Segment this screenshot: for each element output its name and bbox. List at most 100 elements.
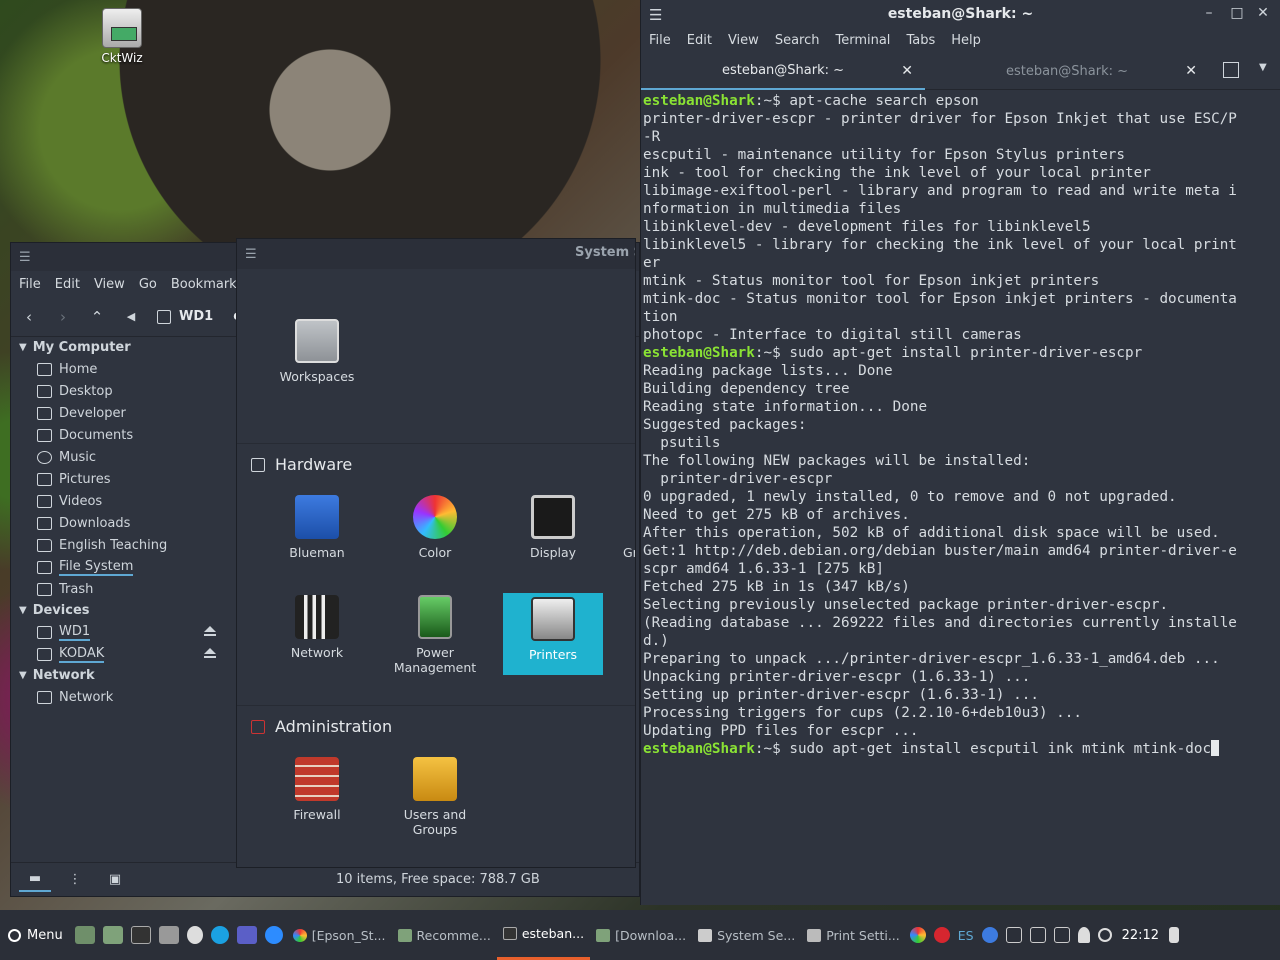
terminal-title: esteban@Shark: ~ bbox=[887, 6, 1034, 22]
settings-network[interactable]: Network bbox=[267, 595, 367, 660]
maximize-icon[interactable]: □ bbox=[1229, 5, 1245, 21]
command-text: sudo apt-get install printer-driver-escp… bbox=[789, 345, 1143, 361]
files-launcher-icon[interactable] bbox=[102, 926, 123, 944]
sidebar-item-trash[interactable]: Trash bbox=[11, 578, 219, 600]
sidebar-item-documents[interactable]: Documents bbox=[11, 424, 219, 446]
user-tray-icon[interactable] bbox=[1077, 927, 1090, 943]
skype-launcher-icon[interactable] bbox=[210, 926, 229, 944]
close-tab-icon[interactable]: ✕ bbox=[1185, 63, 1197, 79]
places-view-icon[interactable]: ▬ bbox=[19, 868, 51, 892]
mega-tray-icon[interactable] bbox=[933, 927, 950, 943]
desktop-icon-cktwiz[interactable]: CktWiz bbox=[92, 8, 152, 65]
network-tray-icon[interactable] bbox=[1005, 927, 1022, 943]
forward-icon[interactable]: › bbox=[55, 308, 71, 326]
sidebar-item-home[interactable]: Home bbox=[11, 358, 219, 380]
minimize-icon[interactable]: – bbox=[1201, 5, 1217, 21]
fm-menu-view[interactable]: View bbox=[94, 277, 125, 292]
task-system-settings[interactable]: System Se... bbox=[692, 910, 801, 960]
sidebar-item-music[interactable]: Music bbox=[11, 446, 219, 468]
update-tray-icon[interactable] bbox=[1053, 927, 1070, 943]
terminal-line: photopc - Interface to digital still cam… bbox=[643, 326, 1278, 344]
term-menu-search[interactable]: Search bbox=[775, 33, 820, 48]
toggle-sidebar-icon[interactable]: ▣ bbox=[99, 868, 131, 892]
sidebar-item-file-system[interactable]: File System bbox=[11, 556, 219, 578]
settings-display[interactable]: Display bbox=[503, 495, 603, 560]
task-terminal[interactable]: esteban... bbox=[496, 910, 591, 960]
eject-icon[interactable] bbox=[203, 626, 217, 637]
close-tab-icon[interactable]: ✕ bbox=[901, 63, 913, 79]
eject-icon[interactable] bbox=[203, 648, 217, 659]
fm-menu-file[interactable]: File bbox=[19, 277, 41, 292]
terminal-tab-2[interactable]: esteban@Shark: ~ ✕ bbox=[925, 52, 1209, 90]
term-menu-file[interactable]: File bbox=[649, 33, 671, 48]
section-devices[interactable]: ▼ Devices bbox=[11, 600, 219, 621]
back-icon[interactable]: ‹ bbox=[21, 308, 37, 326]
zoom-launcher-icon[interactable] bbox=[264, 926, 283, 944]
terminal-line: Selecting previously unselected package … bbox=[643, 596, 1278, 614]
camera-launcher-icon[interactable] bbox=[186, 926, 203, 944]
settings-power-management[interactable]: Power Management bbox=[385, 595, 485, 675]
terminal-tab-1[interactable]: esteban@Shark: ~ ✕ bbox=[641, 52, 925, 90]
settings-color[interactable]: Color bbox=[385, 495, 485, 560]
term-menu-view[interactable]: View bbox=[728, 33, 759, 48]
task-label: System Se... bbox=[717, 927, 796, 943]
task-recomme[interactable]: Recomme... bbox=[392, 910, 497, 960]
settings-printers[interactable]: Printers bbox=[503, 593, 603, 675]
task-print-settings[interactable]: Print Setti... bbox=[801, 910, 906, 960]
sound-tray-icon[interactable] bbox=[1169, 927, 1180, 943]
settings-workspaces[interactable]: Workspaces bbox=[267, 319, 367, 384]
teams-launcher-icon[interactable] bbox=[236, 926, 257, 944]
clipboard-tray-icon[interactable] bbox=[1029, 927, 1046, 943]
close-icon[interactable]: ✕ bbox=[1255, 5, 1271, 21]
brightness-tray-icon[interactable] bbox=[1097, 928, 1112, 942]
new-tab-icon[interactable] bbox=[1223, 62, 1239, 78]
section-my-computer[interactable]: ▼ My Computer bbox=[11, 337, 219, 358]
sidebar-item-wd1[interactable]: WD1 bbox=[11, 621, 219, 643]
network-icon bbox=[37, 690, 52, 704]
bluetooth-tray-icon[interactable] bbox=[981, 927, 998, 943]
printer-launcher-icon[interactable] bbox=[158, 926, 179, 944]
sidebar-item-pictures[interactable]: Pictures bbox=[11, 468, 219, 490]
sidebar-item-network[interactable]: Network bbox=[11, 686, 219, 708]
section-network[interactable]: ▼ Network bbox=[11, 665, 219, 686]
chrome-tray-icon[interactable] bbox=[909, 927, 926, 943]
settings-firewall[interactable]: Firewall bbox=[267, 757, 367, 822]
task-epson[interactable]: [Epson_St... bbox=[287, 910, 392, 960]
sidebar-item-developer[interactable]: Developer bbox=[11, 402, 219, 424]
settings-cut-label[interactable]: Gr bbox=[623, 545, 635, 560]
sidebar-item-english-teaching[interactable]: English Teaching bbox=[11, 534, 219, 556]
fm-menu-go[interactable]: Go bbox=[139, 277, 157, 292]
term-menu-tabs[interactable]: Tabs bbox=[906, 33, 935, 48]
output-text: scpr amd64 1.6.33-1 [275 kB] bbox=[643, 561, 885, 577]
sidebar-item-desktop[interactable]: Desktop bbox=[11, 380, 219, 402]
task-downloads[interactable]: [Downloa... bbox=[590, 910, 692, 960]
sidebar-item-downloads[interactable]: Downloads bbox=[11, 512, 219, 534]
fm-window-menu-icon[interactable]: ☰ bbox=[19, 250, 31, 265]
start-menu-button[interactable]: Menu bbox=[0, 928, 71, 943]
term-menu-edit[interactable]: Edit bbox=[687, 33, 712, 48]
tab-list-icon[interactable]: ▼ bbox=[1259, 62, 1267, 73]
fm-menu-bookmarks[interactable]: Bookmarks bbox=[171, 277, 244, 292]
up-icon[interactable]: ⌃ bbox=[89, 308, 105, 326]
settings-users-and-groups[interactable]: Users and Groups bbox=[385, 757, 485, 837]
terminal-output[interactable]: esteban@Shark:~$ apt-cache search epson p… bbox=[641, 90, 1280, 760]
home-icon bbox=[37, 362, 52, 376]
keyboard-layout[interactable]: ES bbox=[958, 928, 974, 943]
breadcrumb-left-icon[interactable]: ◀ bbox=[123, 310, 139, 323]
term-menu-terminal[interactable]: Terminal bbox=[835, 33, 890, 48]
ss-window-menu-icon[interactable]: ☰ bbox=[245, 247, 257, 262]
sidebar-item-kodak[interactable]: KODAK bbox=[11, 643, 219, 665]
sidebar-item-label: English Teaching bbox=[59, 537, 168, 553]
clock[interactable]: 22:12 bbox=[1122, 928, 1159, 943]
terminal-launcher-icon[interactable] bbox=[130, 926, 151, 944]
sidebar-item-videos[interactable]: Videos bbox=[11, 490, 219, 512]
settings-blueman[interactable]: Blueman bbox=[267, 495, 367, 560]
fm-menu-edit[interactable]: Edit bbox=[55, 277, 80, 292]
breadcrumb-wd1[interactable]: WD1 bbox=[179, 309, 213, 324]
firewall-icon bbox=[295, 757, 339, 801]
tools-icon bbox=[698, 928, 713, 942]
show-desktop-icon[interactable] bbox=[74, 926, 95, 944]
term-menu-help[interactable]: Help bbox=[951, 33, 981, 48]
sidebar-item-label: Home bbox=[59, 361, 98, 377]
tree-view-icon[interactable]: ⋮ bbox=[59, 868, 91, 892]
